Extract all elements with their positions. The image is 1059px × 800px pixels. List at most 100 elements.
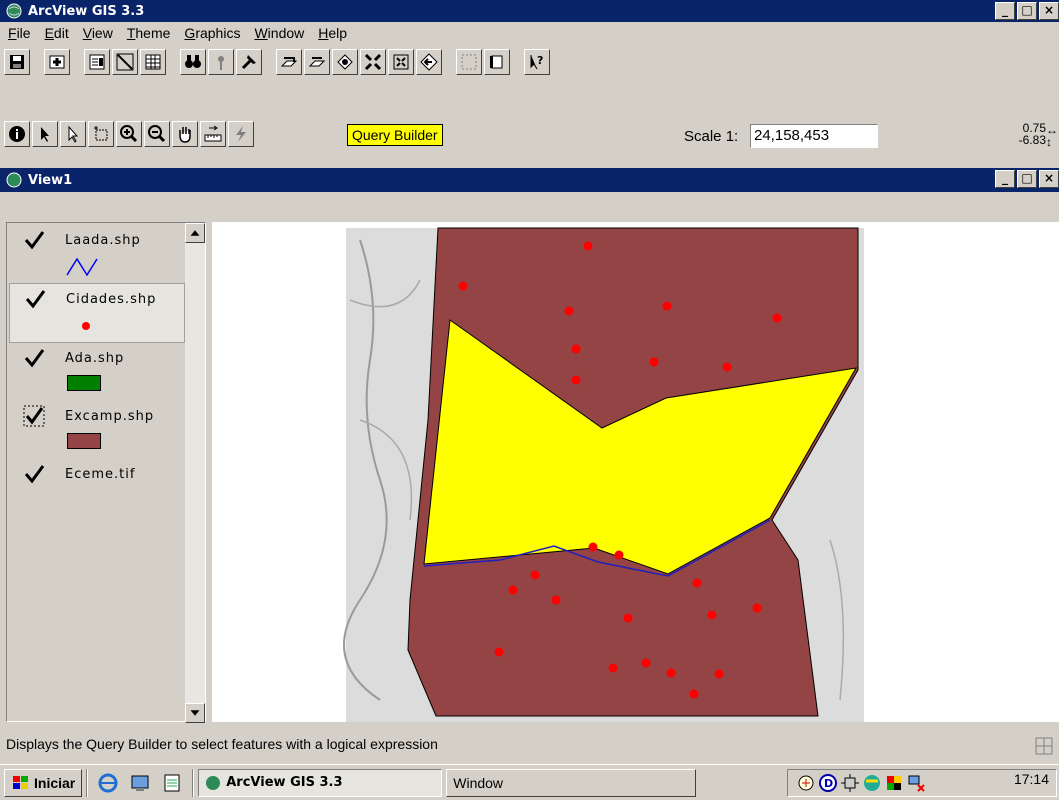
open-table-button[interactable]	[140, 49, 166, 75]
city-point[interactable]	[508, 585, 518, 595]
zoom-to-full-extent-button[interactable]	[276, 49, 302, 75]
city-point[interactable]	[689, 689, 699, 699]
map-display[interactable]	[212, 222, 1059, 722]
select-features-graphic-button[interactable]	[456, 49, 482, 75]
layer-eceme-tif[interactable]: Eceme.tif	[9, 459, 185, 499]
start-button[interactable]: Iniciar	[4, 768, 83, 797]
view-titlebar[interactable]: View1 _ □ ×	[0, 168, 1059, 192]
theme-properties-button[interactable]	[84, 49, 110, 75]
scale-input[interactable]: 24,158,453	[750, 124, 878, 148]
layer-name: Eceme.tif	[65, 467, 136, 482]
select-feature-tool[interactable]	[88, 121, 114, 147]
svg-text:D: D	[824, 777, 833, 790]
zoom-in-fixed-button[interactable]	[360, 49, 386, 75]
status-grip-icon	[1035, 737, 1053, 755]
city-point[interactable]	[623, 613, 633, 623]
city-point[interactable]	[666, 668, 676, 678]
maximize-button[interactable]: □	[1017, 2, 1037, 20]
zoom-out-fixed-button[interactable]	[388, 49, 414, 75]
clear-selected-button[interactable]	[484, 49, 510, 75]
city-point[interactable]	[494, 647, 504, 657]
city-point[interactable]	[608, 663, 618, 673]
tray-d-icon[interactable]: D	[818, 773, 838, 793]
menu-edit[interactable]: Edit	[45, 25, 69, 41]
minimize-button[interactable]: _	[995, 2, 1015, 20]
notepad-icon[interactable]	[161, 772, 183, 794]
city-point[interactable]	[458, 281, 468, 291]
show-desktop-icon[interactable]	[129, 772, 151, 794]
city-point[interactable]	[551, 595, 561, 605]
locate-address-button[interactable]	[208, 49, 234, 75]
hotlink-tool[interactable]	[228, 121, 254, 147]
city-point[interactable]	[692, 578, 702, 588]
edit-legend-button[interactable]	[112, 49, 138, 75]
vertex-edit-tool[interactable]	[60, 121, 86, 147]
zoom-to-active-themes-button[interactable]	[304, 49, 330, 75]
table-icon	[145, 54, 161, 70]
city-point[interactable]	[588, 542, 598, 552]
zoom-to-selected-button[interactable]	[332, 49, 358, 75]
city-point[interactable]	[614, 550, 624, 560]
layer-cidades-shp[interactable]: Cidades.shp	[9, 283, 185, 343]
view-close-button[interactable]: ×	[1039, 170, 1059, 188]
city-point[interactable]	[649, 357, 659, 367]
layer-ada-shp[interactable]: Ada.shp	[9, 343, 185, 401]
view-maximize-button[interactable]: □	[1017, 170, 1037, 188]
taskbar-window-task[interactable]: Window	[446, 768, 697, 797]
help-button[interactable]: ?	[524, 49, 550, 75]
pointer-tool[interactable]	[32, 121, 58, 147]
city-point[interactable]	[707, 610, 717, 620]
zoom-previous-button[interactable]	[416, 49, 442, 75]
taskbar-arcview-task[interactable]: ArcView GIS 3.3	[198, 768, 443, 797]
zoom-in-tool[interactable]	[116, 121, 142, 147]
layer-checkbox-icon[interactable]	[23, 347, 45, 369]
tray-network-error-icon[interactable]	[906, 773, 926, 793]
view-minimize-button[interactable]: _	[995, 170, 1015, 188]
menu-help[interactable]: Help	[318, 25, 347, 41]
layer-checkbox-icon[interactable]	[23, 229, 45, 251]
city-point[interactable]	[722, 362, 732, 372]
city-point[interactable]	[662, 301, 672, 311]
scroll-up-button[interactable]	[185, 223, 205, 243]
city-point[interactable]	[752, 603, 762, 613]
button-bar: ?	[0, 46, 1059, 78]
city-point[interactable]	[772, 313, 782, 323]
layer-excamp-shp[interactable]: Excamp.shp	[9, 401, 185, 459]
measure-tool[interactable]	[200, 121, 226, 147]
tray-globe-icon[interactable]	[862, 773, 882, 793]
city-point[interactable]	[583, 241, 593, 251]
city-point[interactable]	[530, 570, 540, 580]
add-theme-button[interactable]	[44, 49, 70, 75]
toc-scrollbar[interactable]	[185, 223, 205, 723]
layer-laada-shp[interactable]: Laada.shp	[9, 225, 185, 283]
pan-tool[interactable]	[172, 121, 198, 147]
find-button[interactable]	[180, 49, 206, 75]
zoom-out-tool[interactable]	[144, 121, 170, 147]
city-point[interactable]	[714, 669, 724, 679]
scroll-down-button[interactable]	[185, 703, 205, 723]
internet-explorer-icon[interactable]	[97, 772, 119, 794]
tray-plug-icon[interactable]	[840, 773, 860, 793]
menu-view[interactable]: View	[83, 25, 113, 41]
save-project-button[interactable]	[4, 49, 30, 75]
query-builder-button[interactable]	[236, 49, 262, 75]
identify-tool[interactable]	[4, 121, 30, 147]
layer-checkbox-icon[interactable]	[23, 405, 45, 427]
menu-window[interactable]: Window	[254, 25, 304, 41]
menu-theme[interactable]: Theme	[127, 25, 171, 41]
city-point[interactable]	[641, 658, 651, 668]
arrow-up-icon	[190, 230, 200, 236]
menu-file[interactable]: File	[8, 25, 31, 41]
tray-network-icon[interactable]	[796, 773, 816, 793]
tray-colors-icon[interactable]	[884, 773, 904, 793]
arrow-pointer-icon	[41, 127, 49, 142]
layer-checkbox-icon[interactable]	[23, 463, 45, 485]
city-point[interactable]	[564, 306, 574, 316]
map-canvas[interactable]	[212, 222, 1059, 722]
layer-checkbox-icon[interactable]	[24, 288, 46, 310]
menu-graphics[interactable]: Graphics	[184, 25, 240, 41]
app-titlebar[interactable]: ArcView GIS 3.3 _ □ ×	[0, 0, 1059, 22]
close-button[interactable]: ×	[1039, 2, 1059, 20]
city-point[interactable]	[571, 344, 581, 354]
city-point[interactable]	[571, 375, 581, 385]
